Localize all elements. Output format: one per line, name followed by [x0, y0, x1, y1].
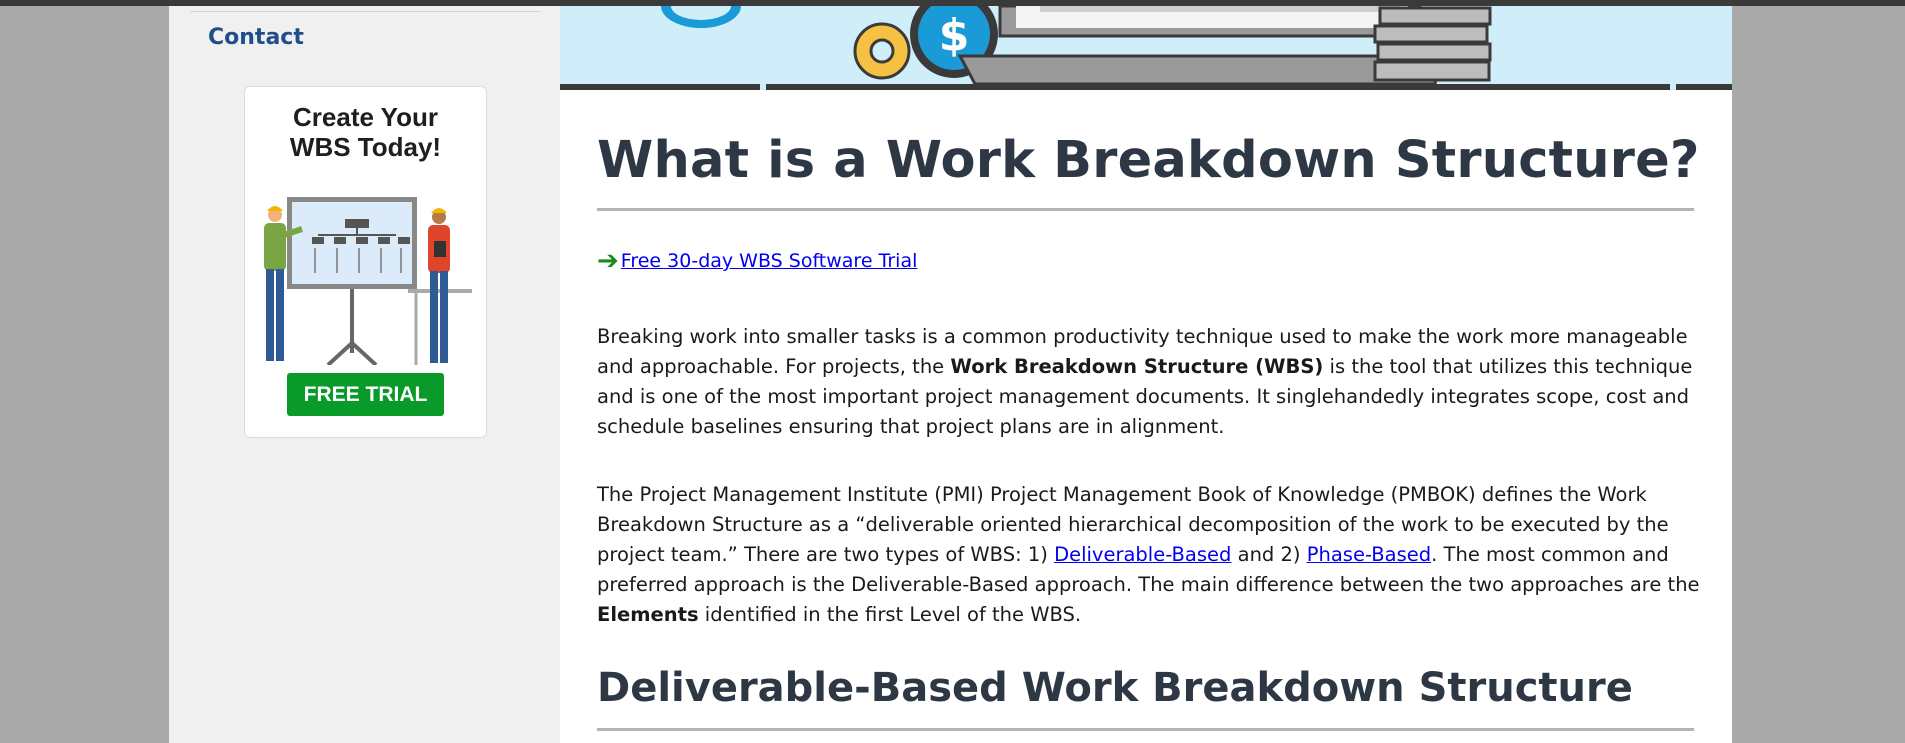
software-trial-link-row: ➔ Free 30-day WBS Software Trial [597, 246, 918, 276]
arrow-right-icon: ➔ [597, 246, 619, 276]
elements-bold-term: Elements [597, 603, 699, 626]
ad-title: Create Your WBS Today! [289, 102, 442, 162]
sidebar: Contact Create Your WBS Today! FREE TRIA… [169, 6, 560, 743]
page: Contact Create Your WBS Today! FREE TRIA… [169, 6, 1732, 743]
section-underline [597, 728, 1694, 731]
sidebar-link-contact[interactable]: Contact [208, 25, 304, 50]
workers-whiteboard-illustration [264, 197, 472, 365]
pmbok-paragraph: The Project Management Institute (PMI) P… [597, 483, 1700, 626]
section-heading: Deliverable-Based Work Breakdown Structu… [597, 665, 1633, 711]
gear-icon [853, 22, 911, 80]
title-underline [597, 208, 1694, 211]
page-title: What is a Work Breakdown Structure? [597, 131, 1700, 190]
sidebar-divider [190, 11, 541, 12]
hero-banner: $ [560, 6, 1732, 90]
wbs-bold-term: Work Breakdown Structure (WBS) [950, 355, 1324, 378]
coin-stack-icon [1373, 6, 1492, 82]
phase-based-link[interactable]: Phase-Based [1307, 543, 1431, 566]
free-trial-button[interactable]: FREE TRIAL [287, 373, 444, 416]
intro-paragraph: Breaking work into smaller tasks is a co… [597, 325, 1693, 438]
software-trial-link[interactable]: Free 30-day WBS Software Trial [621, 250, 918, 272]
main-content: $ What is a Work Breakdown Structure? ➔ [560, 6, 1732, 743]
wbs-trial-ad[interactable]: Create Your WBS Today! FREE TRIAL [244, 86, 487, 438]
deliverable-based-link[interactable]: Deliverable-Based [1054, 543, 1231, 566]
svg-text:$: $ [939, 10, 970, 61]
